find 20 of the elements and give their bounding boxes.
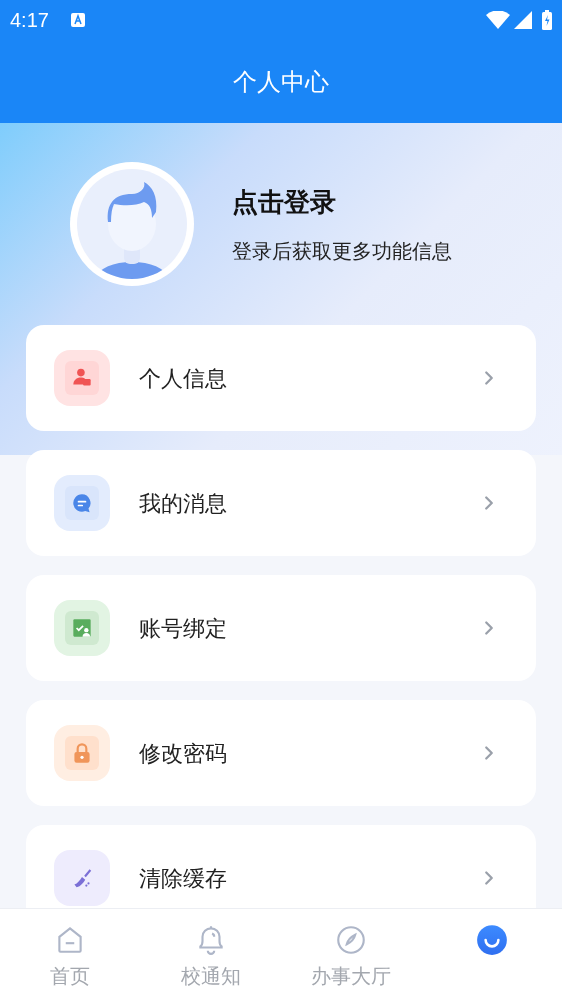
menu-label: 我的消息 [139, 489, 228, 518]
menu-item[interactable]: 修改密码 [26, 700, 536, 806]
menu-item[interactable]: 清除缓存 [26, 825, 536, 908]
menu-item[interactable]: 个人信息 [26, 325, 536, 431]
login-subtitle: 登录后获取更多功能信息 [232, 237, 452, 265]
menu-label: 清除缓存 [139, 864, 228, 893]
battery-icon [542, 10, 552, 30]
wifi-icon [486, 11, 510, 29]
keyboard-icon [70, 13, 85, 27]
smile-icon [474, 923, 509, 957]
menu-item[interactable]: 账号绑定 [26, 575, 536, 681]
login-title[interactable]: 点击登录 [232, 182, 452, 222]
signal-icon [514, 11, 532, 29]
page-title: 个人中心 [233, 66, 329, 98]
menu-item[interactable]: 我的消息 [26, 450, 536, 556]
menu-label: 个人信息 [139, 364, 228, 393]
avatar[interactable] [70, 162, 194, 286]
menu-label: 账号绑定 [139, 614, 228, 643]
status-time: 4:17 [10, 8, 49, 33]
menu-label: 修改密码 [139, 739, 228, 768]
